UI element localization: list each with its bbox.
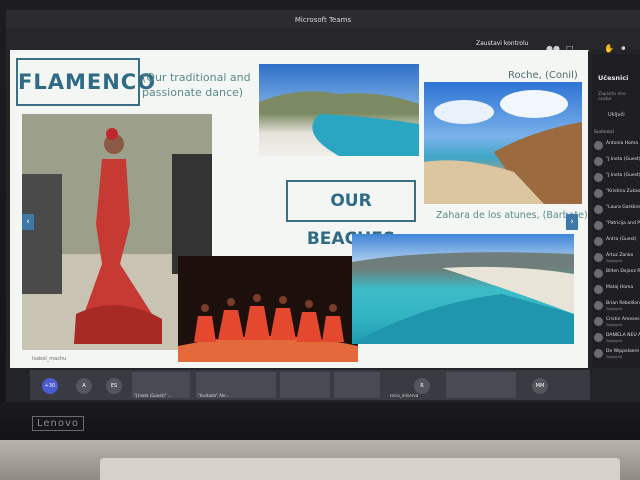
- participant-avatar: [594, 189, 603, 198]
- participant-row[interactable]: "Patricija and Paula: [594, 220, 640, 233]
- participant-name: "J.Ineta (Guest)": [606, 157, 640, 162]
- meeting-toolbar: [6, 28, 640, 50]
- participant-avatar: [594, 349, 603, 358]
- zahara-beach-photo: [352, 234, 574, 344]
- flamenco-subtitle: (Our traditional and passionate dance): [142, 71, 251, 99]
- participant-role: Gostujući: [606, 339, 623, 343]
- participant-row[interactable]: De Wippelaere SophieGostujući: [594, 348, 640, 361]
- participant-row[interactable]: Antonia Homa: [594, 140, 640, 153]
- dancers-group-photo: [178, 256, 358, 362]
- slide-next-arrow[interactable]: ›: [566, 214, 578, 230]
- participant-name: "J.Ineta (Guest)": [606, 173, 640, 178]
- participant-name: DANIELA NEU ANGHINA: [606, 333, 640, 338]
- participant-row[interactable]: Mataj Homa: [594, 284, 640, 297]
- participant-name: Antra (Guest): [606, 237, 637, 242]
- participants-title: Učesnici: [598, 74, 629, 82]
- participant-avatar: [594, 157, 603, 166]
- participant-avatar: [594, 285, 603, 294]
- participant-name: Mataj Homa: [606, 285, 634, 290]
- participant-name: De Wippelaere Sophie: [606, 349, 640, 354]
- participant-avatar: [594, 205, 603, 214]
- participant-row[interactable]: Antra (Guest): [594, 236, 640, 249]
- participant-avatar: [594, 269, 603, 278]
- beaches-heading: OUR BEACHES: [286, 180, 416, 249]
- participant-avatar: [594, 301, 603, 310]
- participant-video-tile[interactable]: [446, 372, 516, 398]
- participant-avatar: [594, 237, 603, 246]
- participant-search-input[interactable]: Zapisite ime osobe: [598, 92, 638, 104]
- keyboard-edge: [100, 458, 620, 480]
- participant-role: Gostujući: [606, 307, 623, 311]
- participant-row[interactable]: Artuz Zanko Gostujući: [594, 252, 640, 265]
- video-tile-label: "Invitado" Ale...: [198, 393, 230, 398]
- participant-role: Gostujući: [606, 323, 623, 327]
- participant-row[interactable]: DANIELA NEU ANGHINAGostujući: [594, 332, 640, 345]
- participant-name: Antonia Homa: [606, 141, 639, 146]
- flamenco-heading: FLAMENCO: [16, 58, 155, 106]
- participant-name: Artuz Zanko: [606, 253, 634, 258]
- mic-icon[interactable]: ⚫: [620, 44, 627, 53]
- participant-name: "Patricija and Paula: [606, 221, 640, 226]
- participants-section-header: Sudionici: [594, 130, 615, 135]
- participant-avatar-tile[interactable]: A: [76, 378, 92, 394]
- beach-photo-top: [259, 64, 419, 156]
- participant-name: "Kristina Zukas (G: [606, 189, 640, 194]
- participant-row[interactable]: Bilten Dejanz Ruzan: [594, 268, 640, 281]
- participant-avatar: [594, 253, 603, 262]
- participant-name: Brian Rebellion: [606, 301, 640, 306]
- participant-avatar: [594, 141, 603, 150]
- participant-video-tile[interactable]: [334, 372, 380, 398]
- raise-hand-icon[interactable]: ✋: [604, 44, 614, 53]
- participant-avatar-tile[interactable]: MM: [532, 378, 548, 394]
- participant-avatar-tile[interactable]: R: [414, 378, 430, 394]
- participant-row[interactable]: Cristin Ameses Gostujući: [594, 316, 640, 329]
- participant-avatar-tile[interactable]: +30: [42, 378, 58, 394]
- zahara-caption: Zahara de los atunes, (Barbate): [436, 210, 588, 221]
- lenovo-logo: Lenovo: [32, 416, 85, 431]
- participant-row[interactable]: "J.Ineta (Guest)": [594, 172, 640, 185]
- participant-avatar-tile[interactable]: ES: [106, 378, 122, 394]
- participant-row[interactable]: "J.Ineta (Guest)": [594, 156, 640, 169]
- stop-control-button[interactable]: Zaustavi kontrolu: [476, 40, 528, 47]
- participant-avatar: [594, 317, 603, 326]
- participant-row[interactable]: "Kristina Zukas (G: [594, 188, 640, 201]
- video-tile-label: rocio_minerva: [390, 393, 419, 398]
- window-titlebar: Microsoft Teams: [6, 10, 640, 30]
- slide-prev-arrow[interactable]: ‹: [22, 214, 34, 230]
- roche-caption: Roche, (Conil): [508, 70, 578, 81]
- participant-avatar: [594, 333, 603, 342]
- participant-avatar: [594, 173, 603, 182]
- participant-name: "Laura Garkline and: [606, 205, 640, 210]
- sharer-name: Isabel_machu: [32, 356, 67, 362]
- participant-role: Gostujući: [606, 259, 623, 263]
- video-tile-label: "J.Ineta (Guest)" ...: [134, 393, 172, 398]
- participant-row[interactable]: Brian Rebellion Gostujući: [594, 300, 640, 313]
- participant-name: Bilten Dejanz Ruzan: [606, 269, 640, 274]
- unmute-button[interactable]: Uključi: [608, 112, 625, 118]
- participant-name: Cristin Ameses: [606, 317, 640, 322]
- participant-video-tile[interactable]: [280, 372, 330, 398]
- participant-role: Gostujući: [606, 355, 623, 359]
- roche-beach-photo: [424, 82, 582, 204]
- participant-avatar: [594, 221, 603, 230]
- participant-row[interactable]: "Laura Garkline and: [594, 204, 640, 217]
